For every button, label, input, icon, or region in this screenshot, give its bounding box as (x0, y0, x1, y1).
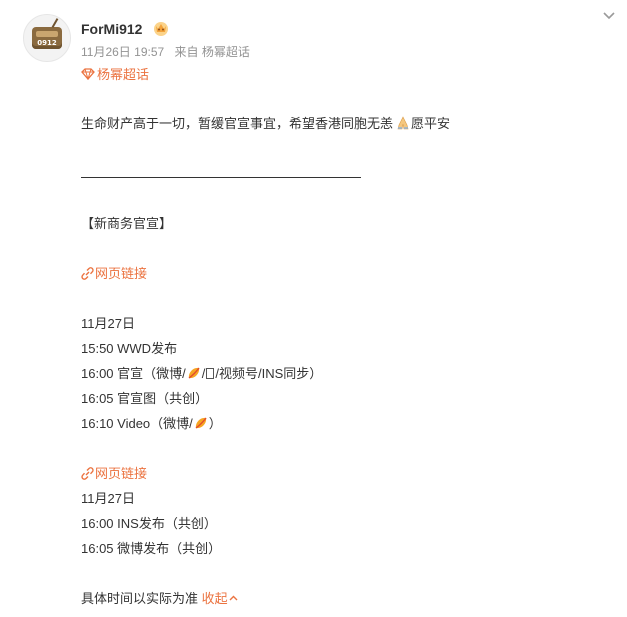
missing-glyph-icon (206, 368, 215, 379)
schedule-line-5: 16:00 INS发布（共创） (81, 516, 217, 531)
schedule-line-6: 16:05 微博发布（共创） (81, 541, 222, 556)
divider-line (81, 161, 611, 186)
intro-line: 生命财产高于一切，暂缓官宣事宜，希望香港同胞无恙 愿平安 (81, 111, 611, 136)
intro-tail: 愿平安 (411, 116, 451, 131)
section-title: 【新商务官宣】 (81, 216, 173, 231)
post-content: 生命财产高于一切，暂缓官宣事宜，希望香港同胞无恙 愿平安 【新商务官宣】 网页链… (81, 111, 611, 611)
web-link-2-label: 网页链接 (95, 466, 148, 481)
chevron-up-icon (229, 595, 238, 601)
schedule-line-2-a: 16:00 官宣（微博/ (81, 366, 186, 381)
web-link-1-label: 网页链接 (95, 266, 148, 281)
topic-diamond-icon (81, 67, 95, 80)
praying-hands-icon (397, 116, 409, 130)
schedule-line-3: 16:05 官宣图（共创） (81, 391, 209, 406)
schedule-line-2: 16:00 官宣（微博/ / /视频号/INS同步） (81, 361, 611, 386)
radio-avatar-image: 0912 (32, 18, 62, 49)
username[interactable]: ForMi912 (81, 21, 142, 37)
schedule-date-2: 11月27日 (81, 491, 135, 506)
schedule-line-4-a: 16:10 Video（微博/ (81, 416, 193, 431)
schedule-line-2-c: /视频号/INS同步） (215, 366, 323, 381)
web-link-2[interactable]: 网页链接 (81, 461, 147, 486)
schedule-line-1: 15:50 WWD发布 (81, 341, 178, 356)
topic-label: 杨幂超话 (97, 67, 150, 82)
schedule-line-4-b: ） (208, 416, 222, 431)
post-source[interactable]: 来自 杨幂超话 (175, 45, 250, 59)
schedule-line-4: 16:10 Video（微博/ ） (81, 411, 611, 436)
mango-icon (188, 367, 200, 379)
chevron-down-icon[interactable] (601, 8, 617, 24)
mango-icon (195, 417, 207, 429)
crown-badge-icon[interactable] (152, 19, 170, 37)
footer-line: 具体时间以实际为准 收起 (81, 586, 611, 611)
avatar[interactable]: 0912 (23, 14, 71, 62)
post-date[interactable]: 11月26日 19:57 (81, 45, 164, 59)
web-link-1[interactable]: 网页链接 (81, 261, 147, 286)
schedule-date-1: 11月27日 (81, 316, 135, 331)
schedule-line-2-b: / (201, 366, 206, 381)
footer-text: 具体时间以实际为准 (81, 591, 199, 606)
avatar-text: 0912 (37, 39, 57, 47)
intro-text: 生命财产高于一切，暂缓官宣事宜，希望香港同胞无恙 (81, 116, 394, 131)
topic-link[interactable]: 杨幂超话 (81, 64, 149, 83)
collapse-button[interactable]: 收起 (202, 591, 239, 606)
link-icon (81, 267, 94, 280)
post-meta: 11月26日 19:57 来自 杨幂超话 (81, 43, 257, 60)
collapse-label: 收起 (201, 591, 228, 606)
link-icon (81, 467, 94, 480)
